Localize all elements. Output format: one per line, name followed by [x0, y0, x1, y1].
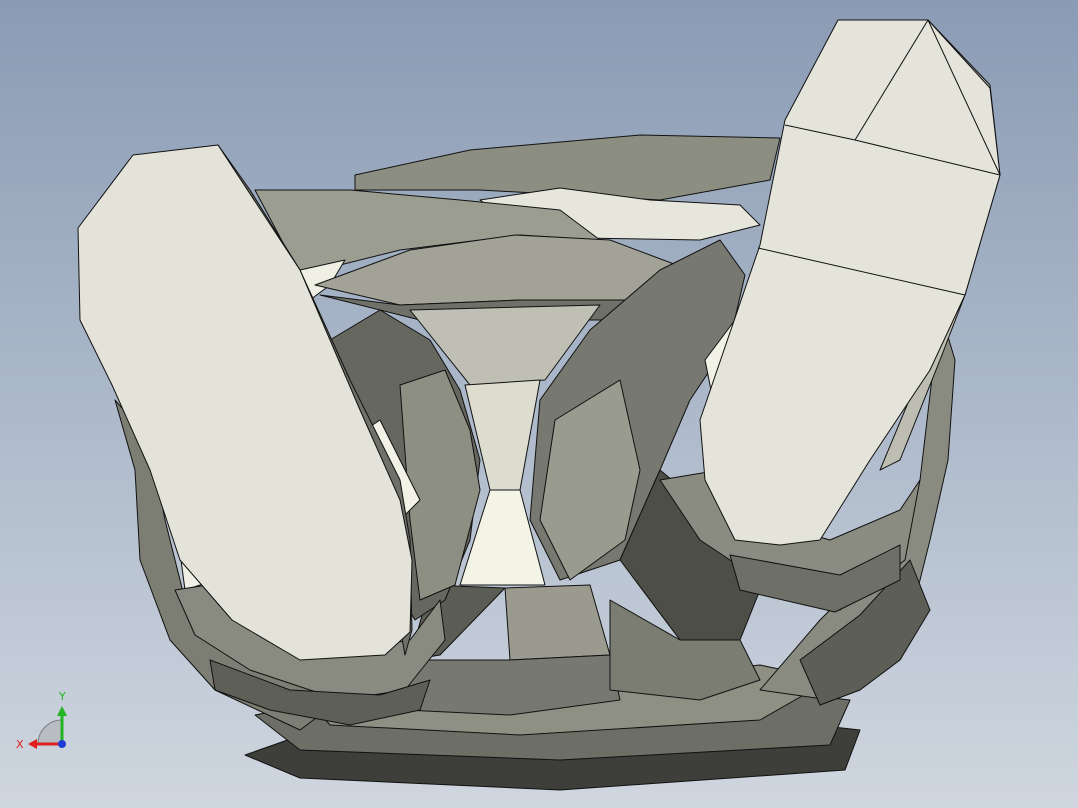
graphics-viewport[interactable]: X Y: [0, 0, 1078, 808]
triad-y-arrow-icon: [57, 706, 67, 716]
triad-y-label: Y: [58, 690, 66, 703]
triad-x-label: X: [16, 738, 24, 751]
triad-x-arrow-icon: [28, 739, 37, 749]
coordinate-triad: X Y: [16, 690, 67, 751]
triad-arc-icon: [37, 719, 63, 745]
triad-z-axis-icon: [58, 740, 66, 748]
